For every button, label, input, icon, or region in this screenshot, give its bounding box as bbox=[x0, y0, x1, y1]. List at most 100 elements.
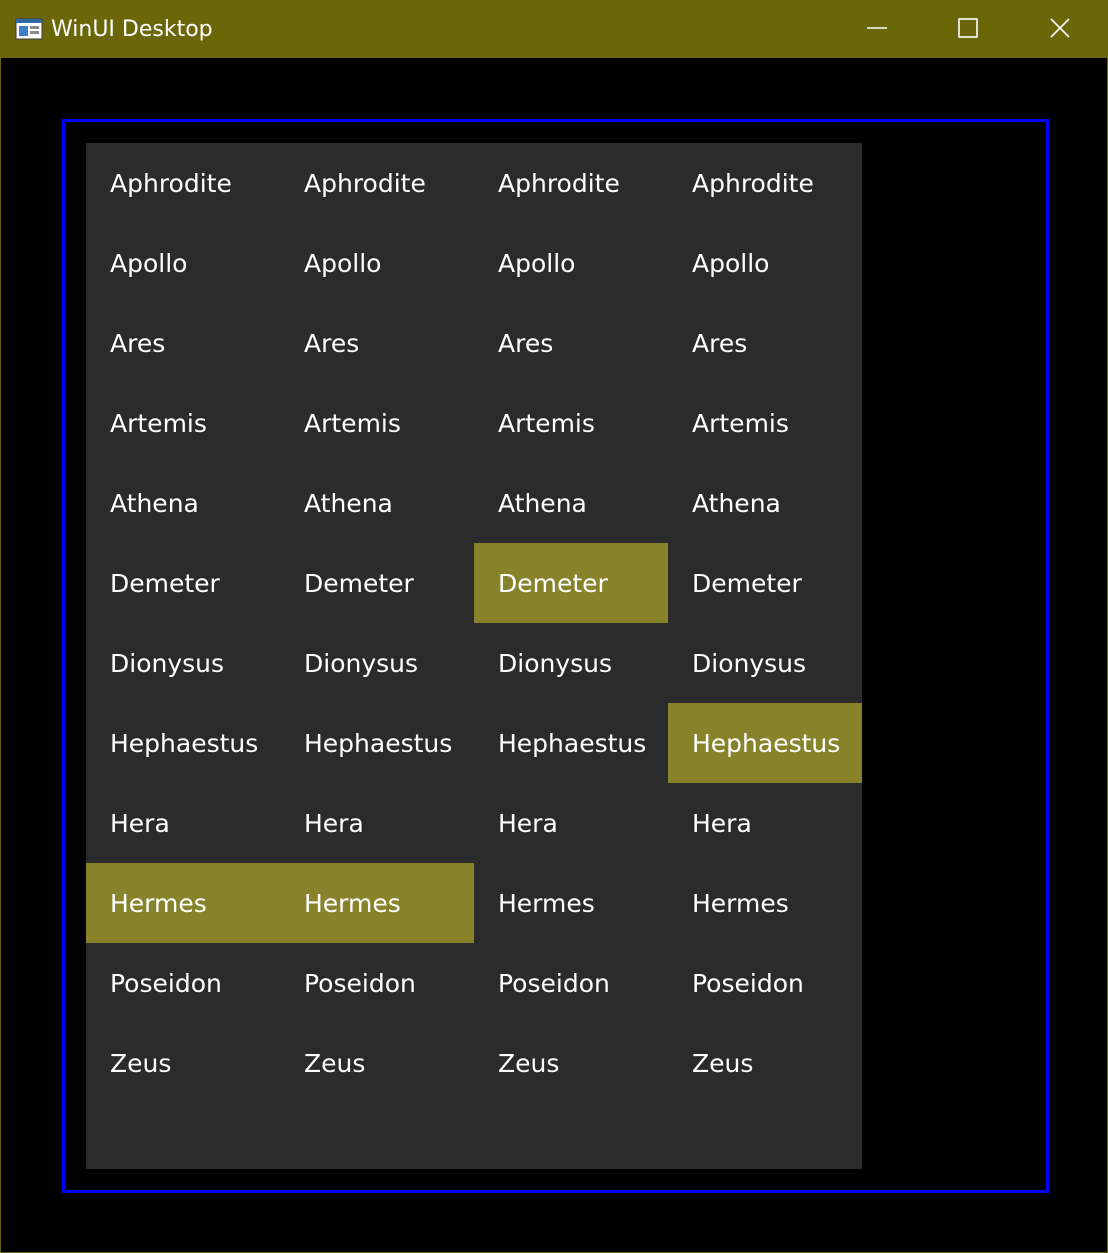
grid-item[interactable]: Hephaestus bbox=[280, 703, 474, 783]
grid-item-label: Dionysus bbox=[498, 648, 613, 678]
grid-item[interactable]: Aphrodite bbox=[86, 143, 280, 223]
minimize-icon bbox=[866, 17, 888, 43]
grid-item-label: Artemis bbox=[110, 408, 207, 438]
grid-item-label: Poseidon bbox=[692, 968, 804, 998]
maximize-button[interactable] bbox=[922, 1, 1014, 58]
grid-item[interactable]: Poseidon bbox=[86, 943, 280, 1023]
grid-item-label: Athena bbox=[498, 488, 587, 518]
grid-item[interactable]: Hephaestus bbox=[474, 703, 668, 783]
grid-item-label: Demeter bbox=[304, 568, 414, 598]
grid-item[interactable]: Athena bbox=[280, 463, 474, 543]
grid-item-label: Apollo bbox=[304, 248, 382, 278]
grid-item[interactable]: Hera bbox=[474, 783, 668, 863]
grid-item-label: Ares bbox=[110, 328, 166, 358]
close-icon bbox=[1049, 17, 1071, 43]
grid-item[interactable]: Demeter bbox=[280, 543, 474, 623]
grid-item-label: Apollo bbox=[110, 248, 188, 278]
grid-item[interactable]: Zeus bbox=[474, 1023, 668, 1103]
grid-item-selected[interactable]: Demeter bbox=[474, 543, 668, 623]
grid-item[interactable]: Artemis bbox=[280, 383, 474, 463]
grid-item[interactable]: Artemis bbox=[474, 383, 668, 463]
grid-item[interactable]: Hermes bbox=[474, 863, 668, 943]
grid-item[interactable]: Hera bbox=[86, 783, 280, 863]
grid-item[interactable]: Aphrodite bbox=[474, 143, 668, 223]
grid-item-label: Ares bbox=[692, 328, 748, 358]
grid-item-label: Apollo bbox=[692, 248, 770, 278]
minimize-button[interactable] bbox=[831, 1, 923, 58]
grid-item[interactable]: Poseidon bbox=[280, 943, 474, 1023]
grid-column-2: Aphrodite Apollo Ares Artemis Athena Demeter D… bbox=[280, 143, 474, 1103]
grid-item[interactable]: Dionysus bbox=[280, 623, 474, 703]
grid-item-label: Hermes bbox=[692, 888, 789, 918]
app-window-icon bbox=[15, 18, 43, 40]
grid-column-3: Aphrodite Apollo Ares Artemis Athena Demeter D… bbox=[474, 143, 668, 1103]
grid-item-label: Zeus bbox=[304, 1048, 366, 1078]
grid-item[interactable]: Demeter bbox=[86, 543, 280, 623]
grid-item[interactable]: Athena bbox=[474, 463, 668, 543]
grid-item-label: Aphrodite bbox=[498, 168, 620, 198]
grid-item[interactable]: Hera bbox=[668, 783, 862, 863]
grid-item-label: Hephaestus bbox=[110, 728, 259, 758]
grid-item[interactable]: Athena bbox=[668, 463, 862, 543]
grid-item[interactable]: Artemis bbox=[86, 383, 280, 463]
grid-item[interactable]: Dionysus bbox=[668, 623, 862, 703]
grid-item-label: Zeus bbox=[498, 1048, 560, 1078]
grid-item[interactable]: Hermes bbox=[668, 863, 862, 943]
maximize-icon bbox=[957, 17, 979, 43]
grid-item[interactable]: Ares bbox=[86, 303, 280, 383]
grid-item-selected[interactable]: Hermes bbox=[280, 863, 474, 943]
grid-item-label: Poseidon bbox=[304, 968, 416, 998]
grid-item[interactable]: Apollo bbox=[668, 223, 862, 303]
grid-item-label: Artemis bbox=[304, 408, 401, 438]
close-button[interactable] bbox=[1014, 1, 1106, 58]
grid-item[interactable]: Poseidon bbox=[668, 943, 862, 1023]
grid-item[interactable]: Dionysus bbox=[474, 623, 668, 703]
grid-item-label: Athena bbox=[110, 488, 199, 518]
grid-item[interactable]: Ares bbox=[668, 303, 862, 383]
grid-column-4: Aphrodite Apollo Ares Artemis Athena Demeter D… bbox=[668, 143, 862, 1103]
grid-item-label: Ares bbox=[498, 328, 554, 358]
grid-item-label: Athena bbox=[692, 488, 781, 518]
grid-item-label: Hera bbox=[304, 808, 364, 838]
grid-item[interactable]: Apollo bbox=[86, 223, 280, 303]
grid-item[interactable]: Aphrodite bbox=[280, 143, 474, 223]
grid-item[interactable]: Poseidon bbox=[474, 943, 668, 1023]
grid-item-label: Poseidon bbox=[110, 968, 222, 998]
app-window: WinUI Desktop Aphrodite Apollo Ares Arte… bbox=[0, 0, 1108, 1253]
grid-item-selected[interactable]: Hephaestus bbox=[668, 703, 862, 783]
grid-item-label: Aphrodite bbox=[110, 168, 232, 198]
grid-item-label: Hephaestus bbox=[304, 728, 453, 758]
grid-item-label: Hera bbox=[110, 808, 170, 838]
grid-item[interactable]: Ares bbox=[280, 303, 474, 383]
grid-item[interactable]: Hera bbox=[280, 783, 474, 863]
grid-item[interactable]: Zeus bbox=[280, 1023, 474, 1103]
grid-item[interactable]: Ares bbox=[474, 303, 668, 383]
grid-item-selected[interactable]: Hermes bbox=[86, 863, 280, 943]
grid-item-label: Dionysus bbox=[692, 648, 807, 678]
grid-item-label: Demeter bbox=[110, 568, 220, 598]
grid-item[interactable]: Hephaestus bbox=[86, 703, 280, 783]
grid-item-label: Artemis bbox=[692, 408, 789, 438]
grid-item[interactable]: Demeter bbox=[668, 543, 862, 623]
grid-item-label: Poseidon bbox=[498, 968, 610, 998]
grid-item-label: Ares bbox=[304, 328, 360, 358]
grid-item[interactable]: Zeus bbox=[86, 1023, 280, 1103]
grid-item-label: Hera bbox=[692, 808, 752, 838]
grid-item-label: Aphrodite bbox=[304, 168, 426, 198]
grid-column-1: Aphrodite Apollo Ares Artemis Athena Demeter D… bbox=[86, 143, 280, 1103]
grid-item[interactable]: Athena bbox=[86, 463, 280, 543]
grid-item[interactable]: Artemis bbox=[668, 383, 862, 463]
grid-item-label: Hermes bbox=[110, 888, 207, 918]
grid-item-label: Hermes bbox=[498, 888, 595, 918]
grid-item[interactable]: Aphrodite bbox=[668, 143, 862, 223]
grid-item[interactable]: Dionysus bbox=[86, 623, 280, 703]
grid-item-label: Hephaestus bbox=[498, 728, 647, 758]
grid-item[interactable]: Apollo bbox=[280, 223, 474, 303]
grid-item-label: Dionysus bbox=[110, 648, 225, 678]
grid-item-label: Aphrodite bbox=[692, 168, 814, 198]
grid-item[interactable]: Zeus bbox=[668, 1023, 862, 1103]
grid-item-label: Athena bbox=[304, 488, 393, 518]
grid-item[interactable]: Apollo bbox=[474, 223, 668, 303]
grid-item-label: Demeter bbox=[692, 568, 802, 598]
title-bar[interactable]: WinUI Desktop bbox=[1, 1, 1107, 58]
